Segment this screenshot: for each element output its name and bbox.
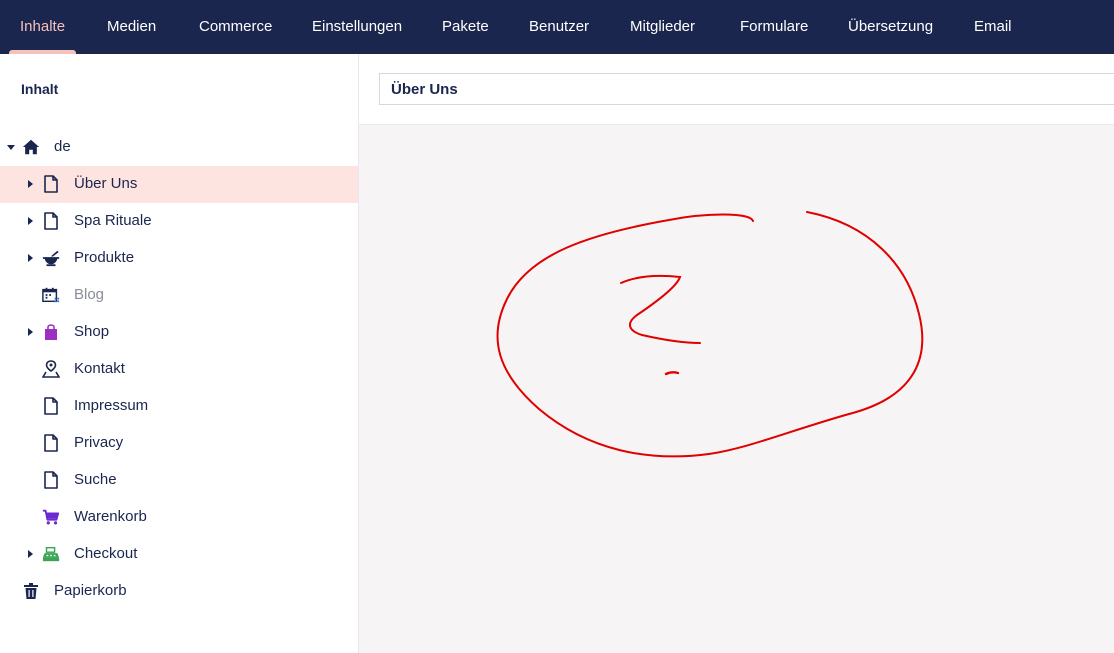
caret-right-icon[interactable] <box>28 328 33 336</box>
nav-item-inhalte[interactable]: Inhalte <box>20 0 65 54</box>
nav-item-commerce[interactable]: Commerce <box>199 0 272 54</box>
annotation-scribble <box>496 211 924 458</box>
tree-item-label: Warenkorb <box>74 508 147 525</box>
tree-item-impressum[interactable]: Impressum <box>0 388 358 425</box>
editor-area <box>359 54 1114 653</box>
tree-item-label: Suche <box>74 471 117 488</box>
document-icon <box>44 212 58 230</box>
tree-item-label: Spa Rituale <box>74 212 152 229</box>
nav-item-mitglieder[interactable]: Mitglieder <box>630 0 695 54</box>
map-pin-person-icon <box>42 360 60 378</box>
document-icon <box>44 175 58 193</box>
home-icon <box>22 139 40 155</box>
tree-item-label: Papierkorb <box>54 582 127 599</box>
tree-item-label: Blog <box>74 286 105 303</box>
shopping-bag-icon <box>45 324 57 340</box>
tree-item-label: Impressum <box>74 397 149 414</box>
trash-icon <box>24 583 38 599</box>
annotation-circle <box>496 211 924 458</box>
cash-register-icon <box>42 546 60 562</box>
caret-down-icon[interactable] <box>7 145 15 150</box>
caret-right-icon[interactable] <box>28 550 33 558</box>
tree-item-kontakt[interactable]: Kontakt <box>0 351 358 388</box>
top-navigation: Inhalte Medien Commerce Einstellungen Pa… <box>0 0 1114 54</box>
tree-item-produkte[interactable]: Produkte <box>0 240 358 277</box>
tree-item-suche[interactable]: Suche <box>0 462 358 499</box>
tree-item-spa-rituale[interactable]: Spa Rituale <box>0 203 358 240</box>
tree-item-shop[interactable]: Shop <box>0 314 358 351</box>
tree-item-warenkorb[interactable]: Warenkorb <box>0 499 358 536</box>
tree-item-label: Shop <box>74 323 110 340</box>
tree-item-label: Produkte <box>74 249 135 266</box>
document-icon <box>44 397 58 415</box>
tree-item-label: Privacy <box>74 434 124 451</box>
nav-item-einstellungen[interactable]: Einstellungen <box>312 0 402 54</box>
caret-right-icon[interactable] <box>28 254 33 262</box>
nav-item-benutzer[interactable]: Benutzer <box>529 0 589 54</box>
tree-item-blog[interactable]: Blog <box>0 277 358 314</box>
nav-item-medien[interactable]: Medien <box>107 0 156 54</box>
question-mark-icon <box>620 274 701 344</box>
question-mark-dot <box>664 371 680 376</box>
calendar-icon <box>42 287 60 303</box>
nav-item-uebersetzung[interactable]: Übersetzung <box>848 0 933 54</box>
tree-item-privacy[interactable]: Privacy <box>0 425 358 462</box>
document-icon <box>44 471 58 489</box>
tree-root-de[interactable]: de <box>0 129 358 166</box>
caret-right-icon[interactable] <box>28 217 33 225</box>
document-icon <box>44 434 58 452</box>
shopping-cart-icon <box>42 509 60 525</box>
sidebar-heading: Inhalt <box>21 81 59 97</box>
content-tree-sidebar: Inhalt de Über Uns Spa Rituale Produkte <box>0 54 359 653</box>
tree-root-label: de <box>54 138 71 155</box>
caret-right-icon[interactable] <box>28 180 33 188</box>
tree-item-checkout[interactable]: Checkout <box>0 536 358 573</box>
tree-item-label: Checkout <box>74 545 138 562</box>
tree-item-label: Über Uns <box>74 175 138 192</box>
nav-item-formulare[interactable]: Formulare <box>740 0 808 54</box>
nav-item-email[interactable]: Email <box>974 0 1012 54</box>
tree-item-ueber-uns[interactable]: Über Uns <box>0 166 358 203</box>
nav-item-pakete[interactable]: Pakete <box>442 0 489 54</box>
mortar-pestle-icon <box>42 250 60 267</box>
tree-item-papierkorb[interactable]: Papierkorb <box>0 573 358 610</box>
tree-item-label: Kontakt <box>74 360 125 377</box>
